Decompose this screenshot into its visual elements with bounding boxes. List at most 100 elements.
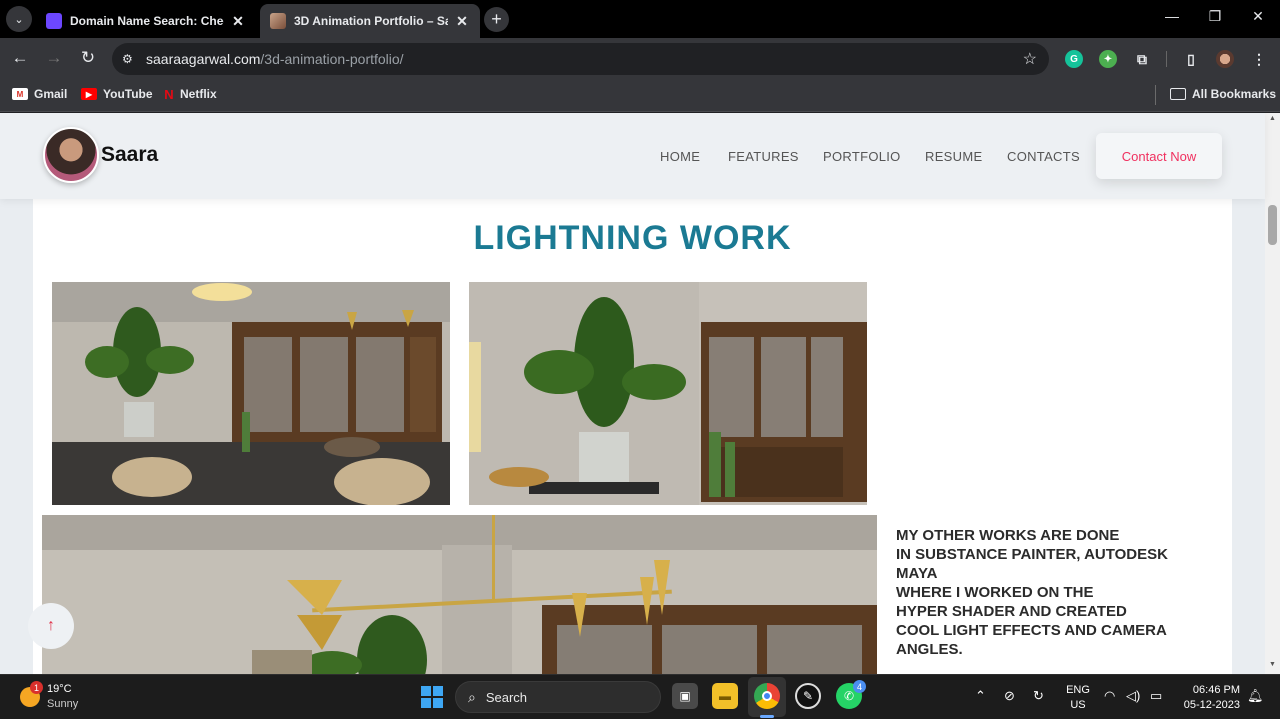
portfolio-section: LIGHTNING WORK MY OTHER WORKS ARE DONE I… bbox=[33, 199, 1232, 674]
extension-green-icon[interactable]: ✦ bbox=[1099, 50, 1117, 68]
site-brand[interactable]: Saara bbox=[101, 143, 158, 167]
description-line: MAYA bbox=[896, 565, 938, 582]
bookmarks-divider bbox=[1155, 85, 1156, 105]
description-line: MY OTHER WORKS ARE DONE bbox=[896, 527, 1120, 544]
render-image-3[interactable] bbox=[42, 515, 877, 674]
taskbar-search[interactable]: ⌕ Search bbox=[455, 681, 661, 713]
page-viewport: Saara HOME FEATURES PORTFOLIO RESUME CON… bbox=[0, 113, 1280, 674]
nav-portfolio[interactable]: PORTFOLIO bbox=[823, 149, 901, 164]
back-button[interactable]: ← bbox=[8, 48, 32, 68]
section-title: LIGHTNING WORK bbox=[473, 219, 792, 257]
scroll-down-arrow-icon[interactable]: ▼ bbox=[1265, 661, 1280, 668]
system-clock[interactable]: 06:46 PM 05-12-2023 bbox=[1178, 683, 1240, 713]
nav-resume[interactable]: RESUME bbox=[925, 149, 982, 164]
browser-toolbar: ← → ↻ ⚙ saaraagarwal.com/3d-animation-po… bbox=[0, 38, 1280, 80]
description-line: COOL LIGHT EFFECTS AND CAMERA bbox=[896, 622, 1167, 639]
search-placeholder: Search bbox=[485, 689, 528, 705]
logo-avatar[interactable] bbox=[43, 127, 99, 183]
notifications-bell-icon[interactable]: 🔔︎ bbox=[1247, 688, 1264, 704]
lang-region: US bbox=[1070, 699, 1086, 711]
site-header: Saara HOME FEATURES PORTFOLIO RESUME CON… bbox=[0, 113, 1265, 199]
description-line: ANGLES. bbox=[896, 641, 963, 658]
close-window-button[interactable]: ✕ bbox=[1236, 8, 1280, 25]
all-bookmarks[interactable]: All Bookmarks bbox=[1170, 87, 1276, 101]
description-line: WHERE I WORKED ON THE bbox=[896, 584, 1094, 601]
reload-button[interactable]: ↻ bbox=[76, 48, 100, 68]
start-button[interactable] bbox=[421, 686, 443, 708]
new-tab-button[interactable]: + bbox=[484, 7, 509, 32]
hostinger-favicon-icon bbox=[46, 13, 62, 29]
interior-render-3 bbox=[42, 515, 877, 674]
scrollbar-thumb[interactable] bbox=[1268, 205, 1277, 245]
youtube-icon: ▶ bbox=[81, 88, 97, 100]
render-image-2[interactable] bbox=[469, 282, 867, 505]
profile-avatar[interactable] bbox=[1216, 50, 1234, 68]
url-text: saaraagarwal.com/3d-animation-portfolio/ bbox=[146, 51, 404, 67]
whatsapp-badge: 4 bbox=[853, 680, 866, 693]
sidepanel-icon[interactable]: ▯ bbox=[1182, 50, 1200, 68]
grammarly-icon[interactable]: G bbox=[1065, 50, 1083, 68]
tab-domain-search[interactable]: Domain Name Search: Check a ✕ bbox=[36, 4, 256, 38]
interior-render-2 bbox=[469, 282, 867, 505]
bookmark-gmail[interactable]: M Gmail bbox=[12, 87, 67, 101]
close-tab-icon[interactable]: ✕ bbox=[230, 13, 246, 30]
bookmark-netflix[interactable]: N Netflix bbox=[164, 86, 217, 102]
netflix-icon: N bbox=[164, 86, 174, 102]
tab-portfolio[interactable]: 3D Animation Portfolio – Saara ✕ bbox=[260, 4, 480, 38]
close-tab-icon[interactable]: ✕ bbox=[454, 13, 470, 30]
sync-icon[interactable]: ↻ bbox=[1033, 688, 1044, 704]
lang-code: ENG bbox=[1066, 684, 1090, 696]
contact-now-button[interactable]: Contact Now bbox=[1096, 133, 1222, 179]
tab-strip: ⌄ Domain Name Search: Check a ✕ 3D Anima… bbox=[0, 0, 1280, 38]
portfolio-favicon-icon bbox=[270, 13, 286, 29]
bookmark-star-icon[interactable]: ☆ bbox=[1023, 49, 1037, 69]
weather-temp[interactable]: 19°C bbox=[47, 683, 72, 695]
clock-date: 05-12-2023 bbox=[1183, 699, 1240, 711]
nav-contacts[interactable]: CONTACTS bbox=[1007, 149, 1080, 164]
tab-search-icon[interactable]: ⌄ bbox=[6, 6, 32, 32]
active-indicator bbox=[760, 715, 774, 718]
clock-time: 06:46 PM bbox=[1192, 684, 1240, 696]
volume-icon[interactable]: ◁) bbox=[1126, 688, 1140, 704]
bookmark-label: Gmail bbox=[34, 87, 68, 101]
weather-badge: 1 bbox=[30, 681, 43, 694]
search-icon: ⌕ bbox=[468, 688, 476, 705]
wifi-icon[interactable]: ◠ bbox=[1104, 688, 1115, 704]
description-line: HYPER SHADER AND CREATED bbox=[896, 603, 1127, 620]
nav-features[interactable]: FEATURES bbox=[728, 149, 799, 164]
show-hidden-icons-icon[interactable]: ⌃ bbox=[975, 688, 986, 704]
description-line: IN SUBSTANCE PAINTER, AUTODESK bbox=[896, 546, 1168, 563]
chrome-icon[interactable] bbox=[754, 683, 780, 709]
weather-condition[interactable]: Sunny bbox=[47, 698, 78, 710]
language-indicator[interactable]: ENG US bbox=[1066, 683, 1090, 713]
site-info-icon[interactable]: ⚙ bbox=[122, 52, 138, 66]
minimize-button[interactable]: — bbox=[1150, 8, 1194, 24]
interior-render-1 bbox=[52, 282, 450, 505]
network-off-icon[interactable]: ⊘ bbox=[1004, 688, 1015, 704]
address-bar[interactable]: ⚙ saaraagarwal.com/3d-animation-portfoli… bbox=[112, 43, 1049, 75]
task-view-icon[interactable]: ▣ bbox=[672, 683, 698, 709]
tab-title: Domain Name Search: Check a bbox=[70, 14, 224, 28]
page-scrollbar[interactable]: ▲ ▼ bbox=[1265, 113, 1280, 674]
forward-button[interactable]: → bbox=[42, 48, 66, 68]
nav-home[interactable]: HOME bbox=[660, 149, 700, 164]
bookmark-label: YouTube bbox=[103, 87, 153, 101]
scroll-to-top-button[interactable]: ↑ bbox=[28, 603, 74, 649]
taskbar: 1 19°C Sunny ⌕ Search ▣ ▬ ✎ ✆ 4 ⌃ ⊘ ↻ EN… bbox=[0, 674, 1280, 719]
work-description: MY OTHER WORKS ARE DONE IN SUBSTANCE PAI… bbox=[896, 526, 1196, 659]
menu-icon[interactable]: ⋮ bbox=[1250, 50, 1268, 68]
toolbar-divider bbox=[1166, 51, 1167, 67]
bookmarks-bar: M Gmail ▶ YouTube N Netflix All Bookmark… bbox=[0, 80, 1280, 112]
battery-icon[interactable]: ▭ bbox=[1150, 688, 1162, 704]
bookmark-label: All Bookmarks bbox=[1192, 87, 1277, 101]
bookmark-youtube[interactable]: ▶ YouTube bbox=[81, 87, 153, 101]
puzzle-icon[interactable]: ⧉ bbox=[1133, 50, 1151, 68]
folder-icon bbox=[1170, 88, 1186, 100]
file-explorer-icon[interactable]: ▬ bbox=[712, 683, 738, 709]
bookmark-label: Netflix bbox=[180, 87, 217, 101]
gmail-icon: M bbox=[12, 88, 28, 100]
scroll-up-arrow-icon[interactable]: ▲ bbox=[1265, 115, 1280, 122]
render-image-1[interactable] bbox=[52, 282, 450, 505]
restore-button[interactable]: ❐ bbox=[1193, 8, 1237, 25]
pen-app-icon[interactable]: ✎ bbox=[795, 683, 821, 709]
